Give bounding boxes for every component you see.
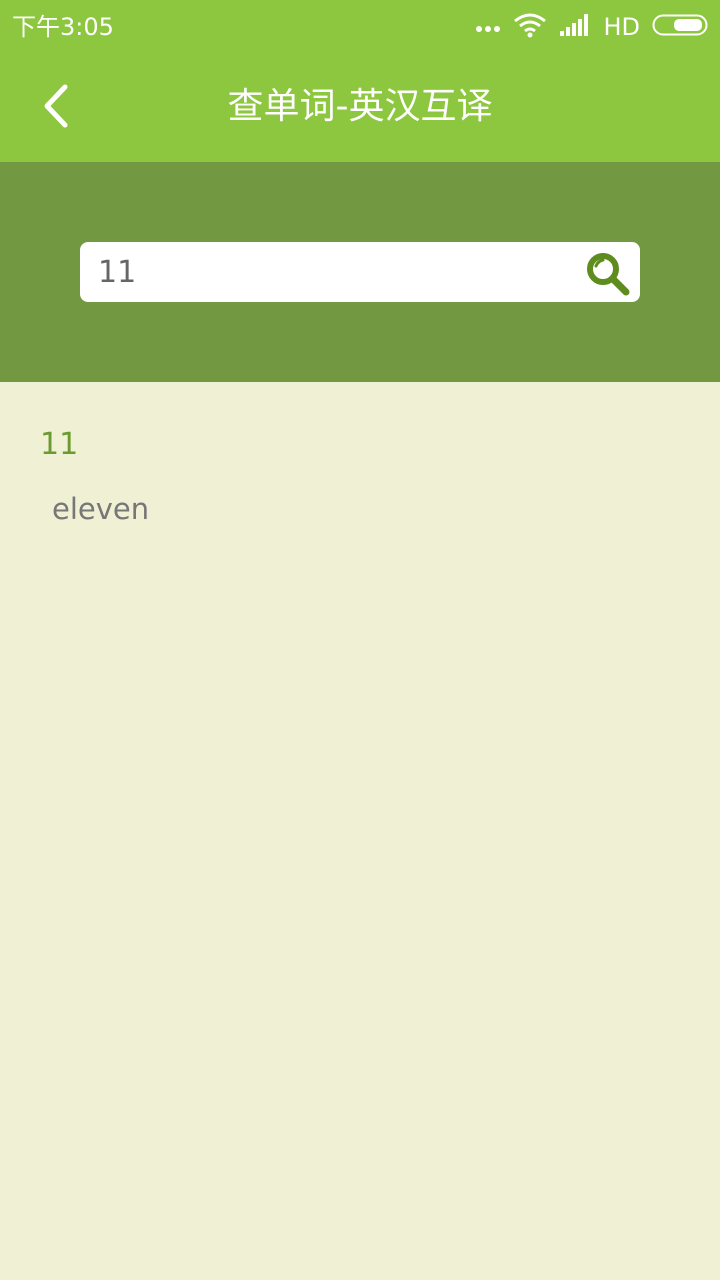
network-type: HD xyxy=(603,13,640,41)
search-input[interactable] xyxy=(98,250,568,294)
result-translation: eleven xyxy=(52,492,150,526)
page-title: 查单词-英汉互译 xyxy=(227,86,493,127)
result-word: 11 xyxy=(40,427,79,462)
search-box xyxy=(80,242,640,302)
search-panel xyxy=(0,162,720,382)
search-icon xyxy=(584,253,632,302)
signal-icon xyxy=(559,13,591,41)
wifi-icon xyxy=(513,12,547,42)
status-icons: HD xyxy=(475,10,708,44)
search-button[interactable] xyxy=(584,250,632,298)
more-dots-icon xyxy=(475,18,501,37)
battery-icon xyxy=(652,14,708,40)
header: 查单词-英汉互译 xyxy=(0,54,720,162)
status-time: 下午3:05 xyxy=(12,13,114,41)
status-bar: 下午3:05 HD xyxy=(0,0,720,54)
